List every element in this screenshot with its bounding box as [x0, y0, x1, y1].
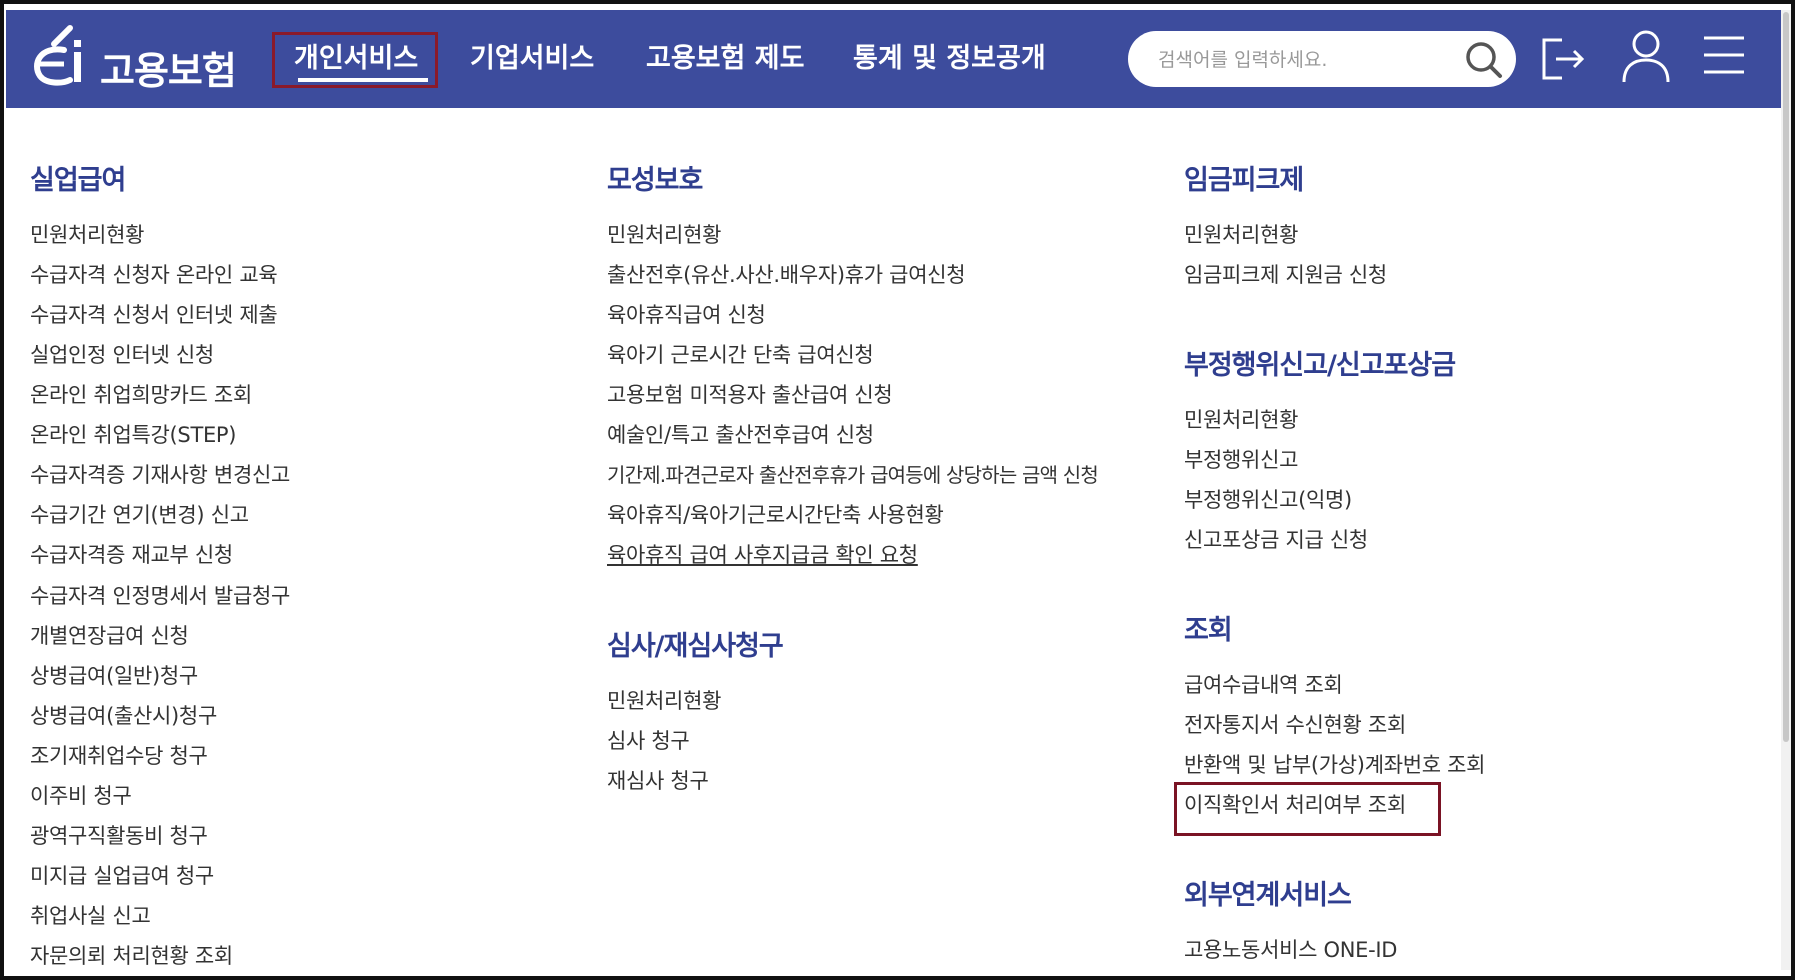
- list-item-separation-check[interactable]: 이직확인서 처리여부 조회: [1184, 789, 1406, 819]
- list-item[interactable]: 수급자격 인정명세서 발급청구: [30, 580, 290, 610]
- list-item[interactable]: 임금피크제 지원금 신청: [1184, 259, 1387, 289]
- list-item[interactable]: 상병급여(일반)청구: [30, 660, 198, 690]
- list-item[interactable]: 신고포상금 지급 신청: [1184, 524, 1368, 554]
- list-item[interactable]: 반환액 및 납부(가상)계좌번호 조회: [1184, 749, 1486, 779]
- list-item[interactable]: 수급자격 신청자 온라인 교육: [30, 259, 278, 289]
- scrollbar-thumb[interactable]: [1783, 12, 1789, 742]
- list-item[interactable]: 육아휴직급여 신청: [607, 299, 766, 329]
- nav-business-service[interactable]: 기업서비스: [470, 10, 594, 108]
- nav-insurance-system[interactable]: 고용보험 제도: [646, 10, 804, 108]
- list-item[interactable]: 상병급여(출산시)청구: [30, 700, 217, 730]
- section-title-fraud-report: 부정행위신고/신고포상금: [1184, 350, 1456, 381]
- list-item[interactable]: 고용보험 미적용자 출산급여 신청: [607, 379, 893, 409]
- list-item[interactable]: 재심사 청구: [607, 765, 709, 795]
- nav-personal-service[interactable]: 개인서비스: [294, 10, 418, 108]
- list-item[interactable]: 개별연장급여 신청: [30, 620, 189, 650]
- list-item[interactable]: 광역구직활동비 청구: [30, 820, 208, 850]
- user-icon[interactable]: [1620, 28, 1672, 84]
- list-item[interactable]: 육아휴직/육아기근로시간단축 사용현황: [607, 499, 944, 529]
- list-item[interactable]: 온라인 취업희망카드 조회: [30, 379, 252, 409]
- section-title-external: 외부연계서비스: [1184, 880, 1352, 911]
- list-item[interactable]: 이주비 청구: [30, 780, 132, 810]
- list-item[interactable]: 수급기간 연기(변경) 신고: [30, 499, 249, 529]
- menu-icon[interactable]: [1702, 34, 1746, 76]
- search-box: [1128, 31, 1516, 87]
- header-bar: 고용보험 개인서비스 기업서비스 고용보험 제도 통계 및 정보공개: [6, 10, 1781, 108]
- section-title-inquiry: 조회: [1184, 615, 1233, 646]
- list-item[interactable]: 부정행위신고(익명): [1184, 484, 1352, 514]
- list-item-hovered[interactable]: 육아휴직 급여 사후지급금 확인 요청: [607, 539, 918, 569]
- ei-logo-icon: [34, 25, 81, 86]
- list-item[interactable]: 고용노동서비스 ONE-ID: [1184, 934, 1397, 964]
- list-item[interactable]: 민원처리현황: [1184, 404, 1298, 434]
- list-item[interactable]: 심사 청구: [607, 725, 690, 755]
- logout-icon[interactable]: [1540, 36, 1586, 82]
- list-item[interactable]: 온라인 취업특강(STEP): [30, 419, 237, 449]
- list-item[interactable]: 자문의뢰 처리현황 조회: [30, 940, 233, 970]
- logo-text: 고용보험: [100, 49, 237, 93]
- section-title-maternity: 모성보호: [607, 165, 703, 196]
- list-item[interactable]: 민원처리현황: [607, 685, 721, 715]
- list-item[interactable]: 미지급 실업급여 청구: [30, 860, 214, 890]
- list-item[interactable]: 기간제.파견근로자 출산전후휴가 급여등에 상당하는 금액 신청: [607, 459, 1099, 488]
- list-item[interactable]: 예술인/특고 출산전후급여 신청: [607, 419, 874, 449]
- window-frame: [0, 0, 1795, 980]
- list-item[interactable]: 수급자격증 재교부 신청: [30, 539, 233, 569]
- list-item[interactable]: 급여수급내역 조회: [1184, 669, 1343, 699]
- section-title-wage-peak: 임금피크제: [1184, 165, 1304, 196]
- logo[interactable]: 고용보험: [30, 18, 250, 100]
- search-icon[interactable]: [1464, 40, 1504, 80]
- section-title-unemployment: 실업급여: [30, 165, 126, 196]
- list-item[interactable]: 민원처리현황: [607, 219, 721, 249]
- nav-active-underline: [298, 78, 428, 82]
- list-item[interactable]: 수급자격 신청서 인터넷 제출: [30, 299, 278, 329]
- list-item[interactable]: 부정행위신고: [1184, 444, 1298, 474]
- search-input[interactable]: [1156, 41, 1460, 79]
- list-item[interactable]: 육아기 근로시간 단축 급여신청: [607, 339, 874, 369]
- list-item[interactable]: 실업인정 인터넷 신청: [30, 339, 214, 369]
- list-item[interactable]: 전자통지서 수신현황 조회: [1184, 709, 1406, 739]
- list-item[interactable]: 민원처리현황: [1184, 219, 1298, 249]
- list-item[interactable]: 취업사실 신고: [30, 900, 151, 930]
- section-title-appeal: 심사/재심사청구: [607, 631, 784, 662]
- list-item[interactable]: 조기재취업수당 청구: [30, 740, 208, 770]
- list-item[interactable]: 출산전후(유산.사산.배우자)휴가 급여신청: [607, 259, 966, 289]
- list-item[interactable]: 민원처리현황: [30, 219, 144, 249]
- list-item[interactable]: 수급자격증 기재사항 변경신고: [30, 459, 290, 489]
- nav-statistics[interactable]: 통계 및 정보공개: [853, 10, 1046, 108]
